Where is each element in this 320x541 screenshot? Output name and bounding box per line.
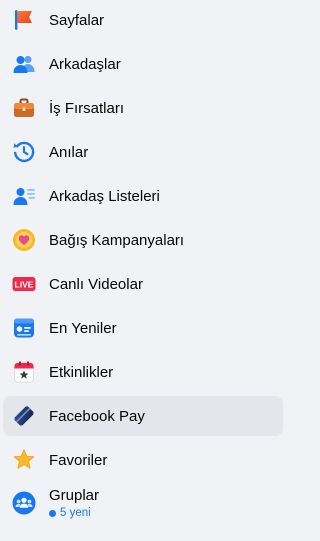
- menu-item-most-recent[interactable]: En Yeniler: [3, 308, 283, 348]
- menu-item-fundraisers[interactable]: Bağış Kampanyaları: [3, 220, 283, 260]
- menu-item-memories[interactable]: Anılar: [3, 132, 283, 172]
- new-count-text: 5 yeni: [60, 507, 91, 519]
- menu-item-label: Anılar: [49, 143, 89, 161]
- menu-item-label: Arkadaş Listeleri: [49, 187, 160, 205]
- friend-lists-icon: [12, 184, 36, 208]
- menu-item-label: Canlı Videolar: [49, 275, 143, 293]
- menu-item-friend-lists[interactable]: Arkadaş Listeleri: [3, 176, 283, 216]
- menu-item-events[interactable]: Etkinlikler: [3, 352, 283, 392]
- memories-clock-icon: [12, 140, 36, 164]
- star-icon: [12, 448, 36, 472]
- groups-icon: [12, 491, 36, 515]
- menu-item-groups[interactable]: Gruplar 5 yeni: [3, 484, 283, 532]
- menu-item-facebook-pay[interactable]: Facebook Pay: [3, 396, 283, 436]
- menu-item-friends[interactable]: Arkadaşlar: [3, 44, 283, 84]
- live-icon: LIVE: [12, 272, 36, 296]
- menu-item-label: Gruplar: [49, 487, 100, 504]
- menu-item-live-videos[interactable]: LIVE Canlı Videolar: [3, 264, 283, 304]
- flag-icon: [12, 8, 36, 32]
- menu-item-label: Favoriler: [49, 451, 108, 469]
- fundraiser-heart-icon: [12, 228, 36, 252]
- menu-item-label: En Yeniler: [49, 319, 117, 337]
- menu-item-label: Sayfalar: [49, 11, 105, 29]
- menu-item-label: Facebook Pay: [49, 407, 145, 425]
- menu-item-favorites[interactable]: Favoriler: [3, 440, 283, 480]
- menu-item-label: Bağış Kampanyaları: [49, 231, 185, 249]
- menu-item-pages[interactable]: Sayfalar: [3, 0, 283, 40]
- unread-dot: [49, 509, 56, 517]
- payment-card-icon: [12, 404, 36, 428]
- menu-item-label: Etkinlikler: [49, 363, 114, 381]
- new-count-badge: 5 yeni: [49, 507, 91, 519]
- calendar-star-icon: [12, 360, 36, 384]
- menu-item-jobs[interactable]: İş Fırsatları: [3, 88, 283, 128]
- briefcase-icon: [12, 96, 36, 120]
- menu-item-label: İş Fırsatları: [49, 99, 125, 117]
- newsfeed-icon: [12, 316, 36, 340]
- live-badge-text: LIVE: [15, 280, 34, 290]
- menu-item-label: Arkadaşlar: [49, 55, 121, 73]
- friends-icon: [12, 52, 36, 76]
